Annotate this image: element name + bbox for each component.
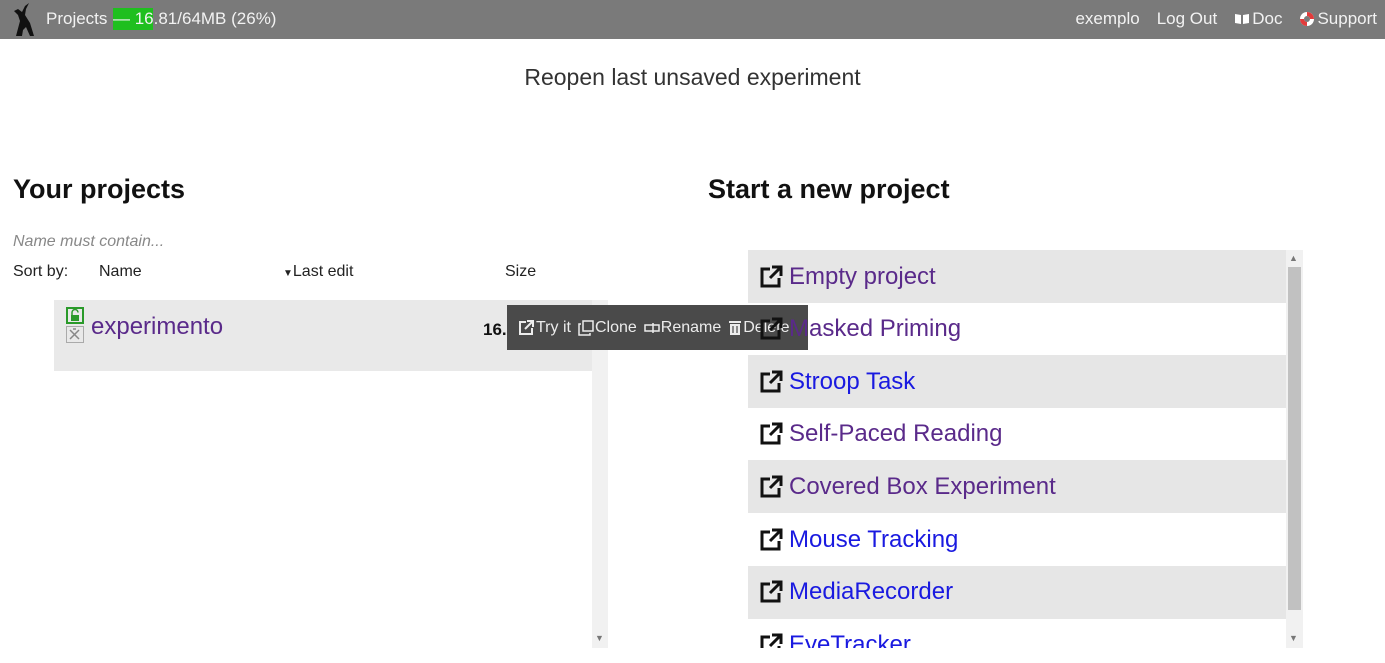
external-link-icon [760, 528, 783, 550]
clone-label: Clone [594, 318, 637, 336]
trash-icon [729, 320, 742, 335]
scroll-down-arrow-icon[interactable]: ▼ [595, 633, 604, 643]
support-label: Support [1317, 9, 1377, 28]
logout-link[interactable]: Log Out [1157, 9, 1218, 29]
projects-label[interactable]: Projects [46, 9, 107, 29]
sort-name-button[interactable]: Name [99, 263, 142, 281]
external-link-icon [760, 475, 783, 498]
rename-button[interactable]: Rename [644, 319, 721, 337]
rename-label: Rename [660, 318, 722, 336]
try-it-button[interactable]: Try it [518, 319, 571, 337]
template-label: Empty project [789, 262, 936, 290]
new-project-heading: Start a new project [708, 174, 950, 204]
sort-last-edit-label: Last edit [292, 263, 354, 280]
tools-icon[interactable] [66, 326, 84, 343]
doc-label: Doc [1252, 9, 1283, 28]
template-label: Masked Priming [789, 315, 962, 343]
template-label: Covered Box Experiment [789, 472, 1056, 500]
template-label: EyeTracker [789, 630, 911, 648]
template-label: Mouse Tracking [789, 525, 959, 553]
project-list: experimento 16.8 [54, 300, 608, 648]
username[interactable]: exemplo [1075, 9, 1139, 29]
external-link-icon [760, 580, 783, 603]
sort-size-button[interactable]: Size [505, 263, 536, 281]
sort-last-edit-button[interactable]: ▼Last edit [283, 263, 353, 281]
template-label: Self-Paced Reading [789, 420, 1003, 448]
scroll-up-arrow-icon[interactable]: ▲ [1289, 253, 1298, 263]
ibex-logo-icon[interactable] [12, 3, 38, 36]
top-bar: Projects — 16.81/64MB (26%) exemplo Log … [0, 0, 1385, 39]
template-item[interactable]: Stroop Task [748, 355, 1286, 409]
sort-by-label: Sort by: [13, 263, 69, 280]
scroll-down-arrow-icon[interactable]: ▼ [1289, 633, 1298, 643]
template-item[interactable]: Empty project [748, 250, 1286, 303]
template-item[interactable]: Covered Box Experiment [748, 460, 1286, 514]
templates-scrollbar[interactable]: ▲ ▼ [1286, 250, 1303, 648]
book-icon [1235, 14, 1250, 24]
template-item[interactable]: MediaRecorder [748, 565, 1286, 619]
external-link-icon [519, 320, 534, 335]
external-link-icon [760, 370, 783, 393]
external-link-icon [760, 422, 783, 445]
template-list: Empty project Masked Priming Stroop Task Se… [748, 250, 1303, 648]
scrollbar-thumb[interactable] [1288, 267, 1301, 610]
reopen-last-experiment-link[interactable]: Reopen last unsaved experiment [0, 64, 1385, 91]
storage-quota: — 16.81/64MB (26%) [113, 8, 277, 30]
lifebuoy-icon [1300, 12, 1315, 26]
sort-desc-icon: ▼ [283, 268, 293, 279]
template-item[interactable]: Self-Paced Reading [748, 408, 1286, 461]
rename-icon [644, 322, 660, 333]
try-it-label: Try it [536, 318, 571, 336]
project-name-link[interactable]: experimento [91, 313, 223, 341]
quota-text: — 16.81/64MB (26%) [113, 9, 277, 28]
copy-icon [578, 319, 594, 336]
template-item[interactable]: Masked Priming [748, 303, 1286, 356]
template-label: Stroop Task [789, 367, 916, 395]
template-item[interactable]: EyeTracker [748, 618, 1286, 648]
external-link-icon [760, 317, 783, 340]
external-link-icon [760, 633, 783, 648]
clone-button[interactable]: Clone [578, 319, 637, 337]
template-label: MediaRecorder [789, 578, 954, 606]
support-link[interactable]: Support [1299, 9, 1377, 29]
project-filter-input[interactable]: Name must contain... [13, 233, 164, 251]
external-link-icon [760, 265, 783, 287]
unlock-icon[interactable] [66, 307, 84, 324]
doc-link[interactable]: Doc [1234, 9, 1282, 29]
your-projects-heading: Your projects [13, 174, 186, 204]
template-item[interactable]: Mouse Tracking [748, 513, 1286, 566]
projects-scrollbar[interactable]: ▼ [592, 300, 608, 648]
